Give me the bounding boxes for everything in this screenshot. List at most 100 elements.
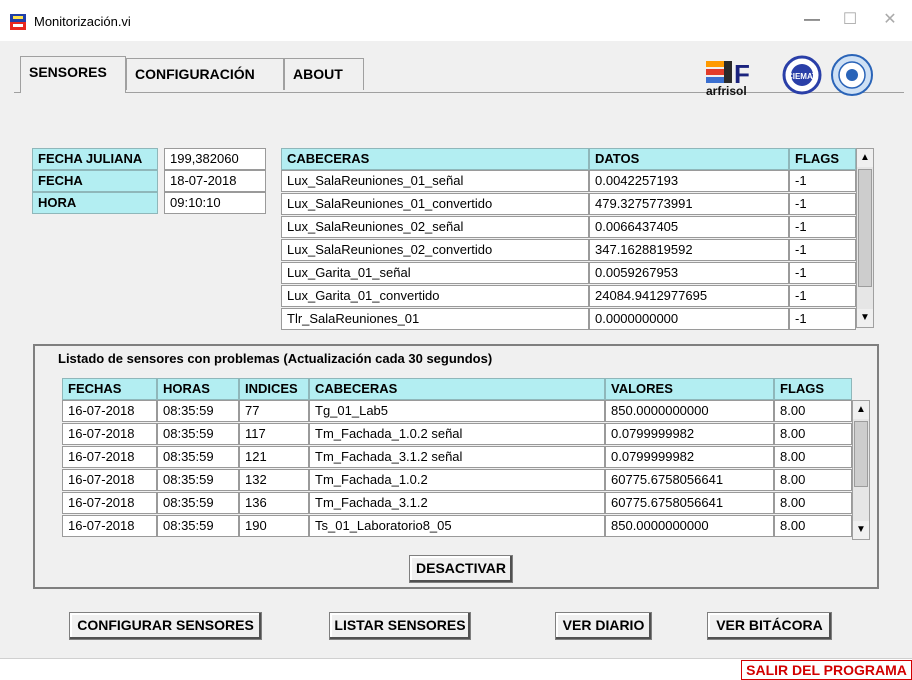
cabecera-cell[interactable]: Lux_Garita_01_convertido (281, 285, 589, 307)
datos-cell[interactable]: 0.0000000000 (589, 308, 789, 330)
indice-cell[interactable]: 77 (239, 400, 309, 422)
cabecera-cell[interactable]: Lux_SalaReuniones_02_señal (281, 216, 589, 238)
date-label: HORA (32, 192, 158, 214)
datos-cell[interactable]: 0.0066437405 (589, 216, 789, 238)
cabecera-cell[interactable]: Tm_Fachada_1.0.2 (309, 469, 605, 491)
cabecera-cell[interactable]: Tm_Fachada_1.0.2 señal (309, 423, 605, 445)
fecha-cell[interactable]: 16-07-2018 (62, 400, 157, 422)
date-value-field[interactable]: 09:10:10 (164, 192, 266, 214)
tab-configuracion[interactable]: CONFIGURACIÓN (126, 58, 284, 90)
valor-cell[interactable]: 850.0000000000 (605, 400, 774, 422)
cabecera-cell[interactable]: Tm_Fachada_3.1.2 señal (309, 446, 605, 468)
hora-cell[interactable]: 08:35:59 (157, 469, 239, 491)
flags-cell[interactable]: 8.00 (774, 446, 852, 468)
cabecera-cell[interactable]: Tlr_SalaReuniones_01 (281, 308, 589, 330)
problems-table-scrollbar[interactable]: ▲ ▼ (852, 400, 870, 540)
cabecera-cell[interactable]: Tg_01_Lab5 (309, 400, 605, 422)
sponsor-logos: F arfrisol CIEMAT (704, 53, 882, 99)
configure-sensors-button[interactable]: CONFIGURAR SENSORES (69, 612, 262, 640)
cabecera-cell[interactable]: Ts_01_Laboratorio8_05 (309, 515, 605, 537)
flags-cell[interactable]: -1 (789, 239, 856, 261)
view-diary-button[interactable]: VER DIARIO (555, 612, 652, 640)
flags-cell[interactable]: -1 (789, 193, 856, 215)
window-title: Monitorización.vi (34, 14, 131, 29)
scroll-up-arrow-icon[interactable]: ▲ (857, 149, 873, 167)
list-sensors-button[interactable]: LISTAR SENSORES (329, 612, 471, 640)
date-value-field[interactable]: 18-07-2018 (164, 170, 266, 192)
date-value-field[interactable]: 199,382060 (164, 148, 266, 170)
indice-cell[interactable]: 132 (239, 469, 309, 491)
cabecera-cell[interactable]: Tm_Fachada_3.1.2 (309, 492, 605, 514)
column-header: VALORES (605, 378, 774, 400)
cabecera-cell[interactable]: Lux_Garita_01_señal (281, 262, 589, 284)
valor-cell[interactable]: 60775.6758056641 (605, 469, 774, 491)
date-label: FECHA JULIANA (32, 148, 158, 170)
scroll-down-arrow-icon[interactable]: ▼ (857, 309, 873, 327)
hora-cell[interactable]: 08:35:59 (157, 400, 239, 422)
indice-cell[interactable]: 190 (239, 515, 309, 537)
tab-sensores[interactable]: SENSORES (20, 56, 126, 93)
flags-cell[interactable]: -1 (789, 216, 856, 238)
column-header: DATOS (589, 148, 789, 170)
valor-cell[interactable]: 60775.6758056641 (605, 492, 774, 514)
fecha-cell[interactable]: 16-07-2018 (62, 515, 157, 537)
labview-app-icon (10, 14, 26, 30)
scroll-down-arrow-icon[interactable]: ▼ (853, 521, 869, 539)
fecha-cell[interactable]: 16-07-2018 (62, 423, 157, 445)
deactivate-button[interactable]: DESACTIVAR (409, 555, 513, 583)
hora-cell[interactable]: 08:35:59 (157, 515, 239, 537)
fecha-cell[interactable]: 16-07-2018 (62, 446, 157, 468)
datos-cell[interactable]: 347.1628819592 (589, 239, 789, 261)
column-header: CABECERAS (309, 378, 605, 400)
hora-cell[interactable]: 08:35:59 (157, 446, 239, 468)
arfrisol-logo: F arfrisol (706, 59, 750, 98)
flags-cell[interactable]: -1 (789, 285, 856, 307)
flags-cell[interactable]: -1 (789, 262, 856, 284)
indice-cell[interactable]: 117 (239, 423, 309, 445)
fecha-cell[interactable]: 16-07-2018 (62, 469, 157, 491)
minimize-button[interactable]: — (802, 10, 822, 30)
valor-cell[interactable]: 0.0799999982 (605, 423, 774, 445)
fecha-cell[interactable]: 16-07-2018 (62, 492, 157, 514)
flags-cell[interactable]: 8.00 (774, 423, 852, 445)
datos-cell[interactable]: 0.0059267953 (589, 262, 789, 284)
valor-cell[interactable]: 0.0799999982 (605, 446, 774, 468)
flags-cell[interactable]: -1 (789, 308, 856, 330)
problems-title: Listado de sensores con problemas (Actua… (58, 351, 493, 366)
ciemat-logo: CIEMAT (782, 55, 822, 95)
maximize-button[interactable]: ☐ (840, 10, 860, 30)
scroll-up-arrow-icon[interactable]: ▲ (853, 401, 869, 419)
cabecera-cell[interactable]: Lux_SalaReuniones_02_convertido (281, 239, 589, 261)
hora-cell[interactable]: 08:35:59 (157, 492, 239, 514)
flags-cell[interactable]: 8.00 (774, 515, 852, 537)
date-label: FECHA (32, 170, 158, 192)
datos-cell[interactable]: 0.0042257193 (589, 170, 789, 192)
flags-cell[interactable]: 8.00 (774, 492, 852, 514)
title-bar (0, 0, 912, 41)
scrollbar-thumb[interactable] (854, 421, 868, 487)
hora-cell[interactable]: 08:35:59 (157, 423, 239, 445)
scrollbar-thumb[interactable] (858, 169, 872, 287)
flags-cell[interactable]: -1 (789, 170, 856, 192)
flags-cell[interactable]: 8.00 (774, 469, 852, 491)
cabecera-cell[interactable]: Lux_SalaReuniones_01_señal (281, 170, 589, 192)
flags-cell[interactable]: 8.00 (774, 400, 852, 422)
indice-cell[interactable]: 136 (239, 492, 309, 514)
cabecera-cell[interactable]: Lux_SalaReuniones_01_convertido (281, 193, 589, 215)
close-button[interactable]: ✕ (880, 10, 900, 30)
indice-cell[interactable]: 121 (239, 446, 309, 468)
column-header: INDICES (239, 378, 309, 400)
exit-program-button[interactable]: SALIR DEL PROGRAMA (741, 660, 912, 680)
column-header: HORAS (157, 378, 239, 400)
logo-text: arfrisol (706, 84, 747, 98)
svg-text:CIEMAT: CIEMAT (787, 72, 817, 81)
datos-cell[interactable]: 24084.9412977695 (589, 285, 789, 307)
valor-cell[interactable]: 850.0000000000 (605, 515, 774, 537)
column-header: FECHAS (62, 378, 157, 400)
university-seal-logo (831, 54, 873, 96)
datos-cell[interactable]: 479.3275773991 (589, 193, 789, 215)
column-header: FLAGS (789, 148, 856, 170)
sensors-table-scrollbar[interactable]: ▲ ▼ (856, 148, 874, 328)
view-log-button[interactable]: VER BITÁCORA (707, 612, 832, 640)
tab-about[interactable]: ABOUT (284, 58, 364, 90)
